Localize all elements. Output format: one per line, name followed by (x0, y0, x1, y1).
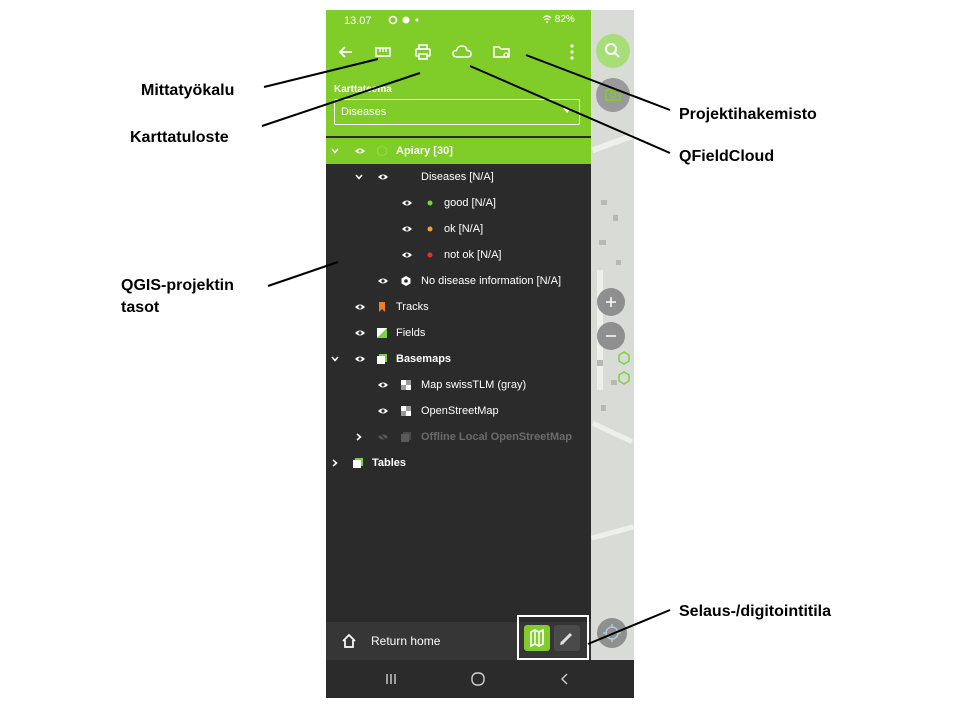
annotation-project-folder: Projektihakemisto (679, 106, 817, 123)
annotation-cloud: QFieldCloud (679, 148, 775, 165)
annotation-layers-line2: tasot (121, 299, 160, 316)
annotation-layers-line1: QGIS-projektin (121, 277, 234, 294)
annotation-print: Karttatuloste (130, 129, 229, 146)
annotation-mode: Selaus-/digitointitila (679, 603, 832, 620)
annotation-measure: Mittatyökalu (141, 82, 235, 99)
